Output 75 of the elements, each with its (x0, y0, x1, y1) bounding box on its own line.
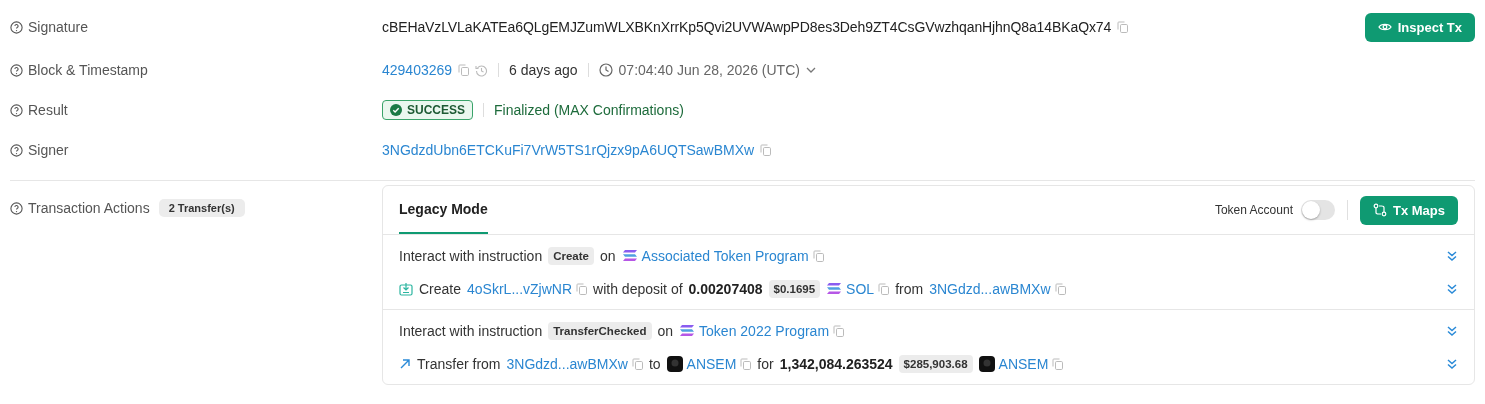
inspect-button[interactable]: Inspect Tx (1364, 12, 1475, 42)
amount-text: 1,342,084.263524 (779, 355, 893, 372)
action-text: with deposit of (593, 280, 683, 297)
instruction-tag: $0.1695 (768, 279, 821, 298)
field-label: Transaction Actions (28, 200, 150, 216)
action-text: from (895, 280, 924, 297)
mode-tab[interactable]: Legacy Mode (399, 186, 488, 234)
action-text: Create (419, 280, 462, 297)
double-chevron-icon[interactable] (1446, 249, 1458, 262)
program-link[interactable]: SOL (846, 280, 875, 297)
arrow-icon (399, 357, 411, 370)
copy-icon[interactable] (740, 357, 752, 370)
status-text: SUCCESS (407, 103, 465, 117)
address-link[interactable]: 3NGdzd...awBMXw (506, 355, 628, 372)
instruction-tag: $285,903.68 (898, 354, 973, 373)
field-label: Block & Timestamp (28, 62, 148, 78)
field-label: Signer (28, 142, 69, 158)
program-link[interactable]: Token 2022 Program (699, 322, 830, 339)
action-text: Interact with instruction (399, 322, 543, 339)
copy-icon[interactable] (812, 249, 824, 262)
copy-icon[interactable] (458, 64, 470, 76)
program-link[interactable]: Associated Token Program (641, 247, 809, 264)
action-text: Interact with instruction (399, 247, 543, 264)
stripes-icon (679, 324, 696, 337)
stripes-icon (826, 282, 843, 295)
timestamp-text: 07:04:40 Jun 28, 2026 (UTC) (618, 62, 800, 78)
copy-icon[interactable] (576, 282, 588, 295)
address-link[interactable]: 4oSkrL...vZjwNR (467, 280, 573, 297)
copy-icon[interactable] (833, 324, 845, 337)
action-text: Transfer from (417, 355, 501, 372)
double-chevron-icon[interactable] (1446, 357, 1458, 370)
result-text: Finalized (MAX Confirmations) (494, 102, 684, 118)
help-icon (10, 103, 23, 117)
toggle-label: Token Account (1214, 203, 1293, 217)
field-label: Signature (28, 19, 88, 35)
copy-icon[interactable] (760, 144, 772, 156)
help-icon (10, 201, 23, 215)
action-text: for (757, 355, 774, 372)
check-circle-icon (390, 104, 402, 116)
double-chevron-icon[interactable] (1446, 282, 1458, 295)
token-icon (666, 355, 683, 372)
action-text: on (657, 322, 674, 339)
token-link[interactable]: ANSEM (686, 355, 737, 372)
help-icon (10, 20, 23, 34)
signer-link[interactable]: 3NGdzdUbn6ETCKuFi7VrW5TS1rQjzx9pA6UQTSawBMXw (382, 142, 755, 158)
action-text: on (600, 247, 616, 264)
signature-text: cBEHaVzLVLaKATEa6QLgEMJZumWLXBKnXrrKp5Qvi2UVWAwpPD8es3Deh9ZT4CsGVwzhqanHjhnQ8a14BKaQx74 (382, 19, 1112, 35)
copy-icon[interactable] (1054, 282, 1066, 295)
copy-icon[interactable] (1052, 357, 1064, 370)
chevron-down-icon[interactable] (805, 67, 816, 73)
token-link[interactable]: ANSEM (998, 355, 1049, 372)
action-text: to (648, 355, 661, 372)
instruction-tag: TransferChecked (548, 321, 652, 340)
field-label: Result (28, 102, 68, 118)
instruction-tag: Create (548, 246, 594, 265)
swap-icon (1373, 203, 1387, 217)
count-badge: 2 Transfer(s) (158, 199, 245, 217)
eye-icon (1377, 22, 1392, 32)
clock-icon (598, 63, 613, 77)
block-link[interactable]: 429403269 (382, 62, 453, 78)
age-text: 6 days ago (509, 62, 578, 78)
tx-maps-button[interactable]: Tx Maps (1360, 195, 1458, 225)
stripes-icon (621, 249, 638, 262)
copy-icon[interactable] (878, 282, 890, 295)
token-icon (978, 355, 995, 372)
help-icon (10, 143, 23, 157)
copy-icon[interactable] (631, 357, 643, 370)
double-chevron-icon[interactable] (1446, 324, 1458, 337)
download-icon (399, 281, 413, 296)
amount-text: 0.00207408 (688, 280, 763, 297)
address-link[interactable]: 3NGdzd...awBMXw (929, 280, 1051, 297)
toggle-switch[interactable] (1301, 200, 1335, 220)
copy-icon[interactable] (1117, 21, 1129, 33)
help-icon (10, 63, 23, 77)
history-icon[interactable] (475, 63, 489, 77)
